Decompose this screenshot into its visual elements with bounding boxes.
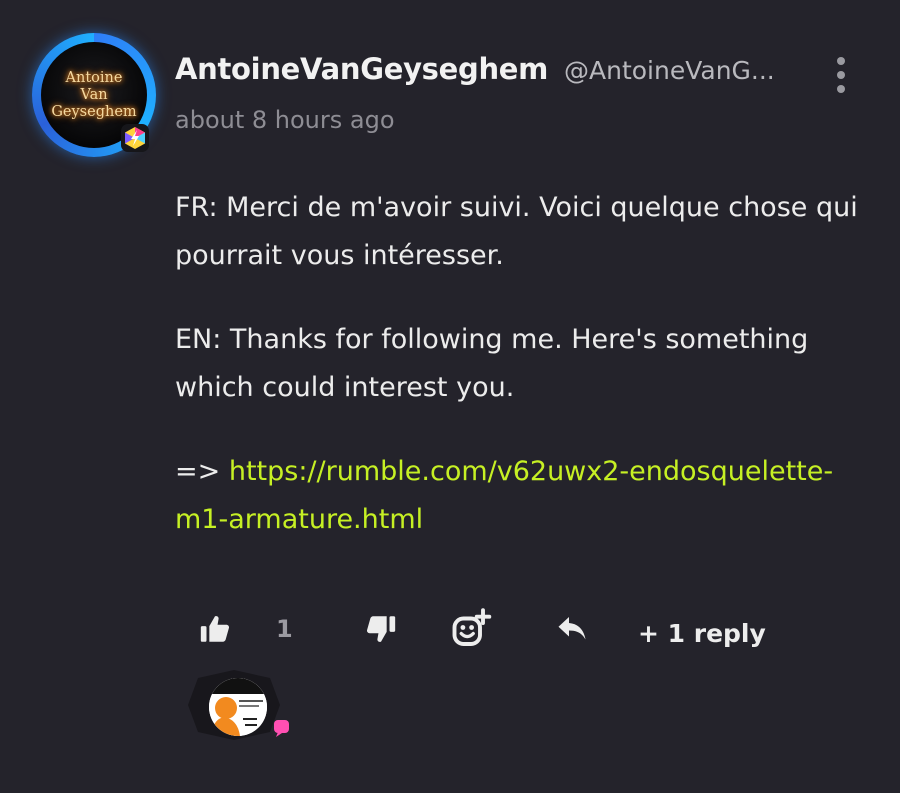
add-reaction-icon bbox=[452, 608, 492, 646]
comment-card: Antoine Van Geyseghem AntoineVanGeyseghe… bbox=[0, 0, 900, 793]
show-replies-link[interactable]: + 1 reply bbox=[638, 619, 766, 648]
comment-paragraph-link: => https://rumble.com/v62uwx2-endosquele… bbox=[175, 448, 865, 544]
author-avatar[interactable]: Antoine Van Geyseghem bbox=[32, 33, 156, 157]
comment-paragraph-en: EN: Thanks for following me. Here's some… bbox=[175, 324, 809, 403]
comment-body: FR: Merci de m'avoir suivi. Voici quelqu… bbox=[175, 184, 865, 580]
thumbs-down-icon bbox=[366, 616, 396, 642]
reply-author-avatar[interactable] bbox=[209, 678, 267, 736]
chat-bubble-icon bbox=[274, 720, 289, 737]
author-name[interactable]: AntoineVanGeyseghem bbox=[175, 52, 548, 86]
comment-timestamp: about 8 hours ago bbox=[175, 106, 395, 134]
comment-actions: 1 + 1 reply bbox=[0, 605, 900, 665]
thumbs-up-icon bbox=[200, 616, 230, 642]
reply-avatar-image bbox=[209, 678, 267, 736]
menu-dot bbox=[837, 85, 845, 93]
reply-icon bbox=[558, 617, 586, 640]
avatar-text-line-2: Van bbox=[80, 86, 108, 103]
rumble-link[interactable]: https://rumble.com/v62uwx2-endosquelette… bbox=[175, 456, 833, 535]
link-prefix: => bbox=[175, 456, 229, 487]
like-count: 1 bbox=[276, 615, 293, 643]
author-handle[interactable]: @AntoineVanG... bbox=[564, 56, 775, 85]
bolt-badge-icon bbox=[121, 124, 149, 152]
avatar-text-line-3: Geyseghem bbox=[51, 103, 137, 120]
add-reaction-button[interactable] bbox=[450, 605, 494, 653]
like-button[interactable] bbox=[198, 605, 234, 653]
dislike-button[interactable] bbox=[364, 605, 400, 653]
avatar-text-line-1: Antoine bbox=[65, 69, 123, 86]
more-vertical-icon bbox=[837, 57, 845, 65]
reply-button[interactable] bbox=[554, 605, 594, 653]
more-options-button[interactable] bbox=[826, 56, 856, 96]
menu-dot bbox=[837, 71, 845, 79]
comment-paragraph-fr: FR: Merci de m'avoir suivi. Voici quelqu… bbox=[175, 192, 858, 271]
